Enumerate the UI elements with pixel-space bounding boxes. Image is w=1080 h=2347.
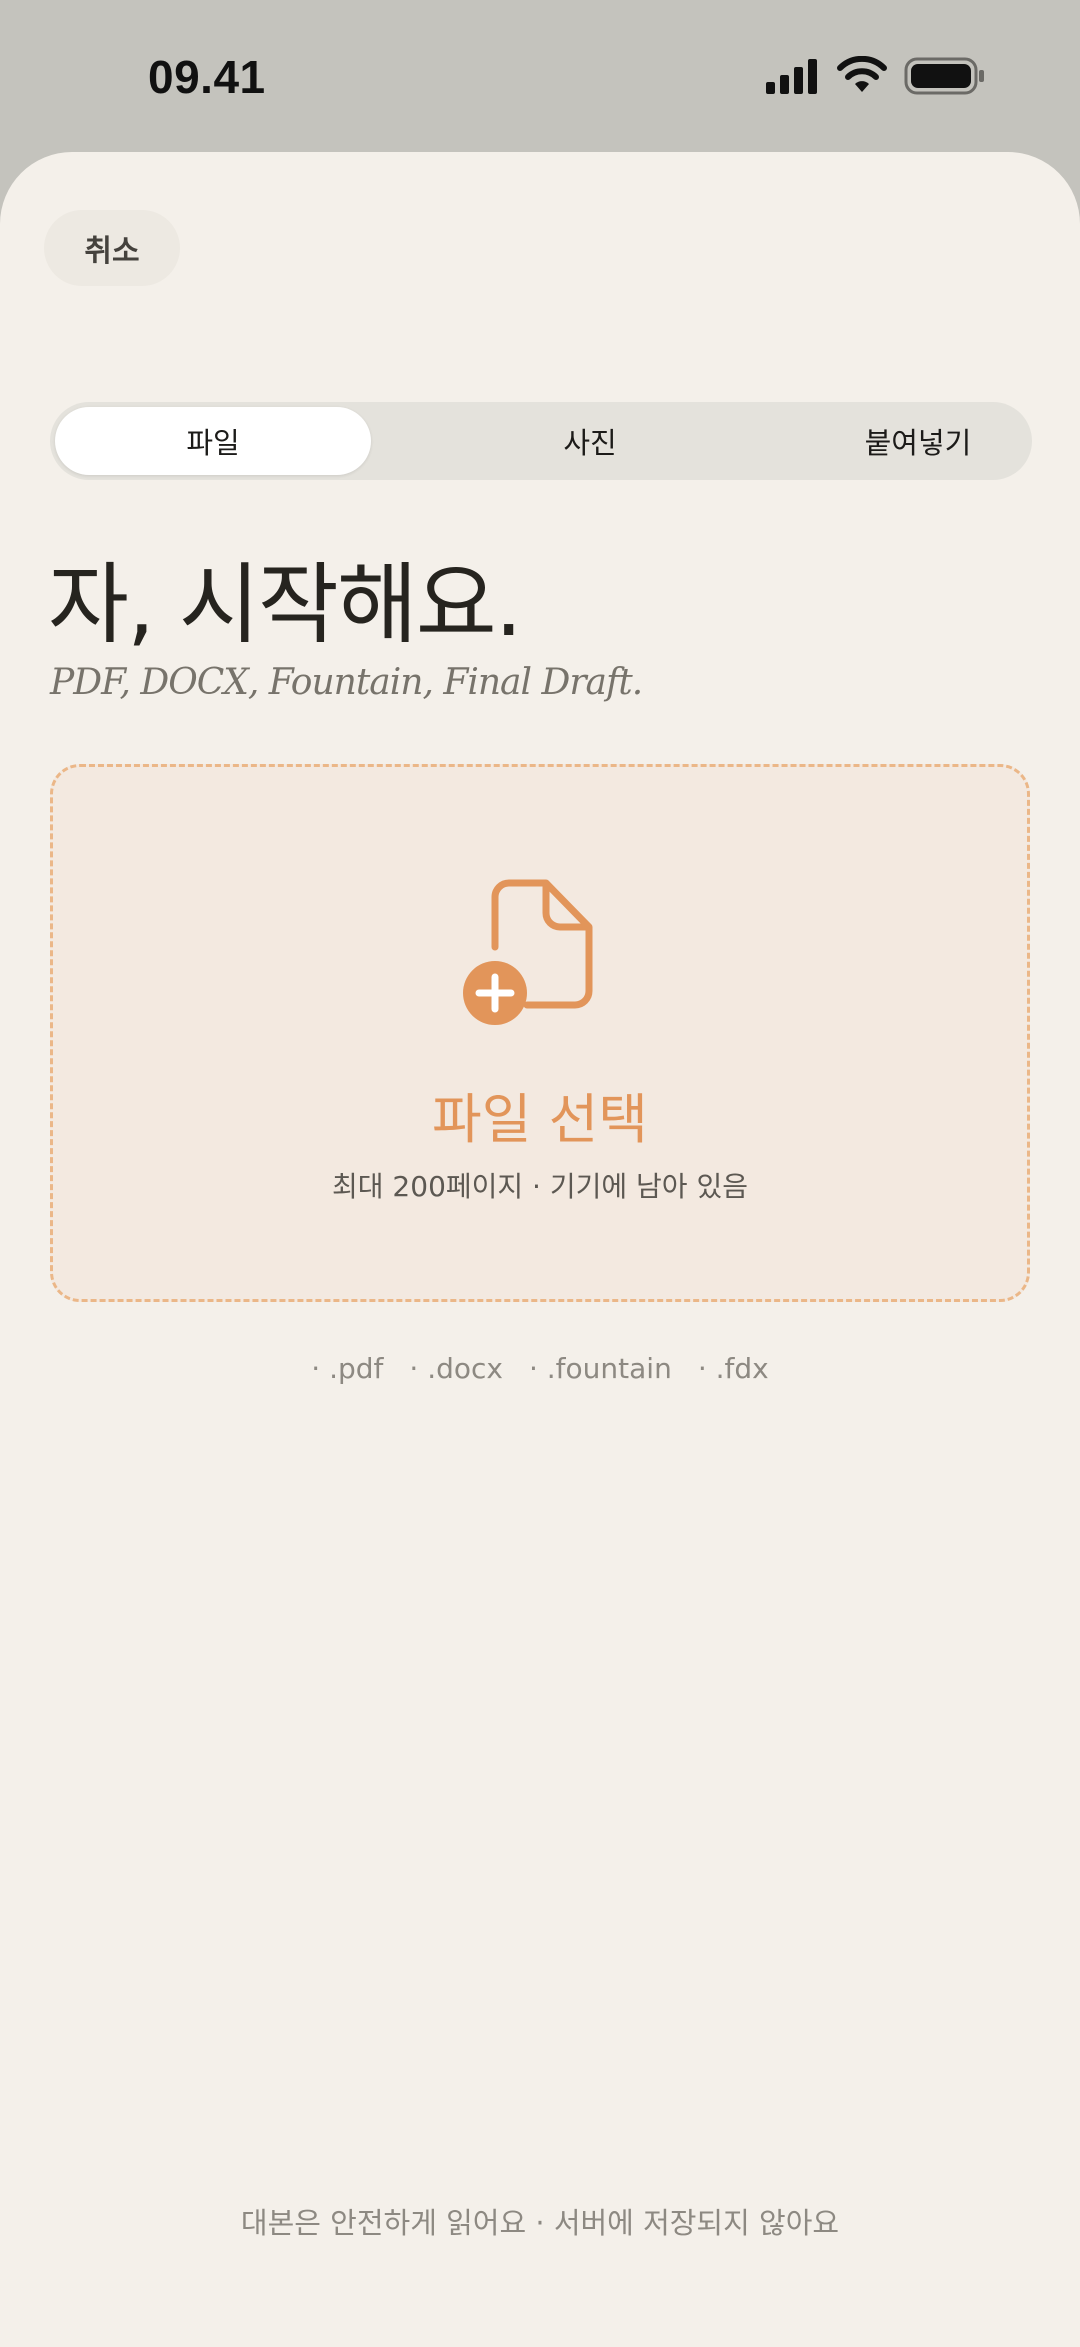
privacy-note: 대본은 안전하게 읽어요 · 서버에 저장되지 않아요: [240, 2206, 840, 2240]
format-docx: · .docx: [409, 1352, 503, 1385]
format-fountain: · .fountain: [528, 1352, 672, 1385]
cancel-button[interactable]: 취소: [44, 210, 180, 286]
wifi-icon: [837, 56, 887, 92]
cellular-signal-icon: [766, 59, 817, 94]
tab-file[interactable]: 파일: [55, 407, 371, 475]
format-list: · .pdf · .docx · .fountain · .fdx: [0, 1352, 1080, 1385]
file-add-icon: [463, 879, 593, 1025]
format-fdx: · .fdx: [697, 1352, 769, 1385]
battery-icon: [904, 57, 984, 95]
status-bar: 09.41: [0, 0, 1080, 150]
tab-photo[interactable]: 사진: [432, 407, 748, 475]
dropzone-caption: 최대 200페이지 · 기기에 남아 있음: [332, 1170, 748, 1203]
page-title: 자, 시작해요.: [48, 553, 523, 656]
status-time: 09.41: [148, 51, 266, 103]
source-segmented-control: 파일 사진 붙여넣기: [50, 402, 1032, 480]
format-pdf: · .pdf: [311, 1352, 384, 1385]
tab-paste[interactable]: 붙여넣기: [760, 407, 1076, 475]
select-file-title[interactable]: 파일 선택: [53, 1075, 1027, 1154]
supported-formats-subtitle: PDF, DOCX, Fountain, Final Draft.: [50, 662, 643, 703]
file-dropzone[interactable]: 파일 선택 최대 200페이지 · 기기에 남아 있음: [50, 764, 1030, 1302]
